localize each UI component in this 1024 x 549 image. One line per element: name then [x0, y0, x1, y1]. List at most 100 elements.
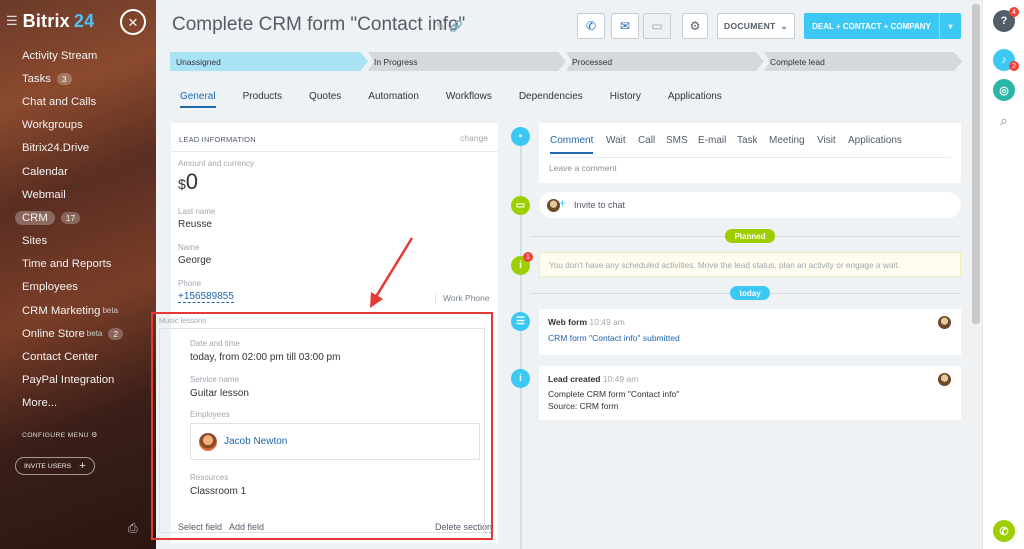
gear-icon: ⚙	[689, 19, 701, 33]
tab-applications[interactable]: Applications	[668, 91, 722, 108]
tab-automation[interactable]: Automation	[368, 91, 419, 108]
sidebar-item-workgroups[interactable]: Workgroups	[0, 114, 156, 137]
tab-history[interactable]: History	[610, 91, 641, 108]
activity-tab-task[interactable]: Task	[737, 135, 758, 146]
tab-quotes[interactable]: Quotes	[309, 91, 341, 108]
tab-workflows[interactable]: Workflows	[446, 91, 492, 108]
tab-general[interactable]: General	[180, 91, 216, 108]
activity-tab-applications[interactable]: Applications	[848, 135, 902, 146]
search-icon[interactable]: ⌕	[993, 110, 1015, 132]
sidebar-item-label: CRM Marketing	[22, 304, 101, 317]
event-time: 10:49 am	[602, 374, 639, 384]
webform-title: Web form	[548, 317, 588, 327]
activity-tab-visit[interactable]: Visit	[817, 135, 836, 146]
logo-text: Bitrix	[22, 10, 70, 31]
printer-icon[interactable]: ⎙	[128, 521, 138, 536]
gear-icon: ⚙	[91, 432, 98, 439]
phone-value[interactable]: +156589855	[178, 291, 234, 303]
sidebar-menu: Activity Stream Tasks 3 Chat and Calls Workg…	[0, 44, 156, 415]
edit-link-icons[interactable]: ✎🔗	[436, 20, 467, 33]
sidebar-item-online-store[interactable]: Online Store beta 2	[0, 322, 156, 345]
webform-event: Web form 10:49 am CRM form "Contact info…	[539, 309, 961, 355]
phone-label: Phone	[178, 279, 202, 288]
sidebar-item-calendar[interactable]: Calendar	[0, 160, 156, 183]
invite-chat-bar[interactable]: + Invite to chat	[539, 192, 961, 218]
section-title: Music lessons	[159, 316, 207, 325]
stage-processed[interactable]: Processed	[566, 52, 764, 71]
last-name-value[interactable]: Reusse	[178, 219, 212, 230]
employees-label: Employees	[190, 410, 230, 419]
activity-tab-call[interactable]: Call	[638, 135, 655, 146]
activity-tab-wait[interactable]: Wait	[606, 135, 626, 146]
sidebar-item-chat-and-calls[interactable]: Chat and Calls	[0, 90, 156, 113]
divider	[171, 151, 498, 152]
chat-button[interactable]: ▭	[643, 13, 671, 39]
menu-icon[interactable]: ☰	[6, 13, 18, 29]
no-activity-notice: You don't have any scheduled activities.…	[539, 252, 961, 277]
beta-tag: beta	[102, 306, 119, 316]
sidebar-item-label: Webmail	[22, 188, 66, 201]
sidebar-item-contact-center[interactable]: Contact Center	[0, 345, 156, 368]
logo[interactable]: Bitrix 24	[23, 11, 95, 32]
phone-icon[interactable]: ✆	[993, 520, 1015, 542]
close-icon[interactable]: ×	[120, 9, 146, 35]
phone-link[interactable]: +156589855	[178, 291, 234, 303]
settings-button[interactable]: ⚙	[682, 13, 708, 39]
email-button[interactable]: ✉	[611, 13, 639, 39]
employee-name[interactable]: Jacob Newton	[224, 436, 287, 447]
sidebar-item-label: Activity Stream	[22, 49, 98, 62]
sidebar-item-crm-marketing[interactable]: CRM Marketing beta	[0, 299, 156, 322]
chevron-down-icon[interactable]: ▾	[939, 13, 961, 39]
chevron-down-icon: ⌄	[780, 20, 788, 31]
created-line-2: Source: CRM form	[548, 401, 619, 411]
sidebar-item-activity-stream[interactable]: Activity Stream	[0, 44, 156, 67]
activity-tab-sms[interactable]: SMS	[666, 135, 688, 146]
webform-icon: ☰	[511, 312, 530, 331]
section-heading: LEAD INFORMATION	[179, 135, 256, 144]
sidebar-item-time-and-reports[interactable]: Time and Reports	[0, 253, 156, 276]
sidebar-item-paypal-integration[interactable]: PayPal Integration	[0, 369, 156, 392]
amount-value[interactable]: $0	[178, 169, 198, 195]
phone-type: Work Phone	[435, 293, 490, 303]
call-button[interactable]: ✆	[577, 13, 605, 39]
sidebar-item-label: Tasks	[22, 72, 51, 85]
sidebar-item-bitrix24-drive[interactable]: Bitrix24.Drive	[0, 137, 156, 160]
name-value[interactable]: George	[178, 255, 211, 266]
stage-unassigned[interactable]: Unassigned	[170, 52, 368, 71]
sidebar-item-employees[interactable]: Employees	[0, 276, 156, 299]
employee-card[interactable]: Jacob Newton	[190, 423, 480, 460]
activity-tab-comment[interactable]: Comment	[550, 135, 594, 154]
tab-dependencies[interactable]: Dependencies	[519, 91, 583, 108]
invite-users-label: INVITE USERS	[24, 462, 72, 470]
deal-label: DEAL + CONTACT + COMPANY	[812, 21, 931, 31]
booking-field[interactable]: Date and time today, from 02:00 pm till …	[159, 328, 485, 533]
webform-link[interactable]: CRM form "Contact info" submitted	[548, 333, 680, 343]
sidebar-item-crm[interactable]: CRM 17	[0, 206, 156, 229]
scrollbar-thumb[interactable]	[972, 4, 980, 324]
beta-tag: beta	[86, 329, 103, 339]
bell-badge: 2	[1009, 61, 1019, 71]
open-channels-icon[interactable]: ◎	[993, 79, 1015, 101]
comment-input[interactable]: Leave a comment	[549, 163, 617, 173]
invite-users-button[interactable]: INVITE USERS +	[15, 457, 95, 475]
created-line-1: Complete CRM form "Contact info"	[548, 389, 680, 399]
change-link[interactable]: change	[460, 133, 488, 143]
activity-tab-e-mail[interactable]: E-mail	[698, 135, 726, 146]
stage-complete-lead[interactable]: Complete lead	[764, 52, 962, 71]
last-name-label: Last name	[178, 207, 216, 216]
sidebar-item-tasks[interactable]: Tasks 3	[0, 67, 156, 90]
avatar	[938, 373, 951, 386]
scrollbar[interactable]	[970, 0, 982, 549]
sidebar-item-sites[interactable]: Sites	[0, 230, 156, 253]
activity-tab-meeting[interactable]: Meeting	[769, 135, 805, 146]
sidebar-item-webmail[interactable]: Webmail	[0, 183, 156, 206]
stage-in-progress[interactable]: In Progress	[368, 52, 566, 71]
document-button[interactable]: DOCUMENT ⌄	[717, 13, 795, 39]
sidebar-item-more[interactable]: More...	[0, 392, 156, 415]
chat-dot-icon: ▭	[511, 196, 530, 215]
sidebar-item-label: Sites	[22, 235, 48, 248]
tab-bar: General Products Quotes Automation Workflows…	[180, 91, 749, 108]
tab-products[interactable]: Products	[243, 91, 282, 108]
configure-menu[interactable]: CONFIGURE MENU ⚙	[22, 431, 98, 439]
convert-deal-button[interactable]: DEAL + CONTACT + COMPANY ▾	[804, 13, 961, 39]
